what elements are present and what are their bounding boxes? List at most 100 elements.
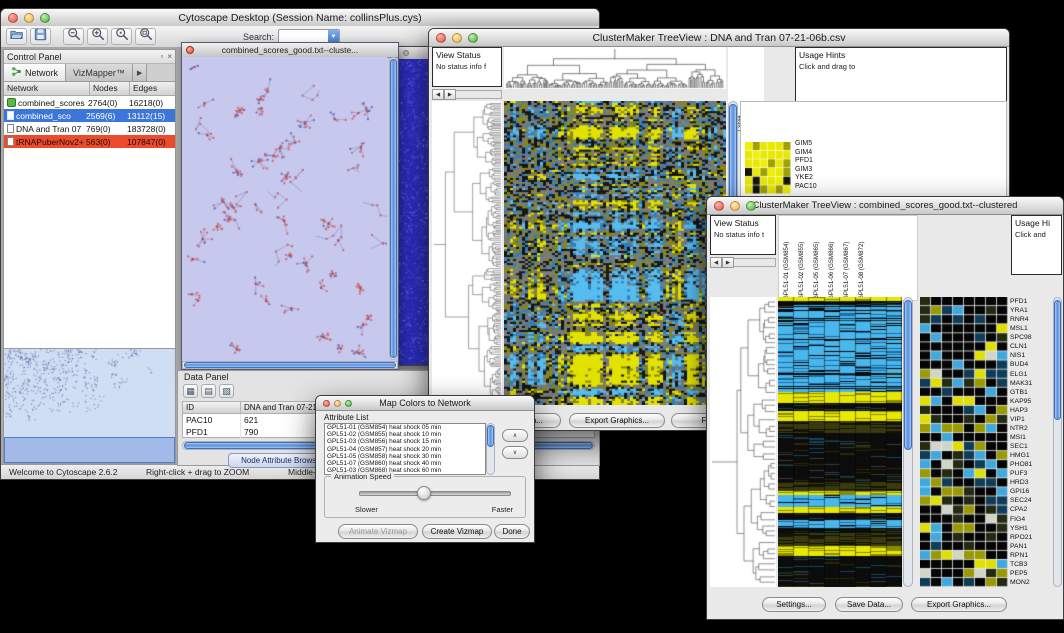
gene-label[interactable]: GIM5 (795, 140, 817, 149)
column-header-id[interactable]: ID (183, 402, 241, 414)
correlation-matrix-canvas[interactable] (745, 142, 791, 194)
done-button[interactable]: Done (494, 524, 530, 539)
gene-label[interactable]: YKE2 (795, 174, 817, 183)
gene-label[interactable]: SPC98 (1010, 333, 1052, 342)
close-button[interactable] (323, 400, 330, 407)
zoom-button[interactable] (746, 201, 756, 211)
gene-label[interactable]: PAC10 (795, 183, 817, 192)
row-dendrogram-canvas[interactable] (432, 101, 502, 405)
column-dendrogram-canvas[interactable] (504, 47, 726, 89)
speed-slider-track[interactable] (359, 491, 511, 496)
gene-label[interactable]: MON2 (1010, 578, 1052, 587)
column-header-network[interactable]: Network (4, 82, 90, 95)
gene-label[interactable]: SEC24 (1010, 496, 1052, 505)
gene-label[interactable]: MSL1 (1010, 324, 1052, 333)
gene-label[interactable]: HAP3 (1010, 406, 1052, 415)
scrollbar-thumb[interactable] (1054, 300, 1061, 420)
gene-label[interactable]: NIS1 (1010, 351, 1052, 360)
zoom-actual-button[interactable] (111, 28, 132, 45)
zoom-button[interactable] (40, 13, 50, 23)
frame-close-icon[interactable] (186, 46, 194, 54)
gene-label[interactable]: PAN1 (1010, 542, 1052, 551)
gene-label[interactable]: YRA1 (1010, 306, 1052, 315)
create-attribute-icon[interactable]: ▤ (201, 384, 216, 398)
move-down-button[interactable]: ∨ (502, 446, 528, 459)
birdseye-viewport-rect[interactable] (4, 437, 175, 463)
network-row[interactable]: DNA and Tran 07769(0)183728(0) (4, 122, 175, 135)
scrollbar-thumb[interactable] (487, 425, 494, 447)
close-button[interactable] (8, 13, 18, 23)
save-data-button[interactable]: Save Data... (835, 597, 903, 612)
scrollbar-thumb[interactable] (184, 362, 396, 368)
zoom-fit-button[interactable] (135, 28, 156, 45)
close-button[interactable] (714, 201, 724, 211)
list-item[interactable]: GPL51-03 (GSM856) heat shock 15 min (327, 438, 485, 445)
zoom-in-button[interactable] (87, 28, 108, 45)
nav-next-icon[interactable]: ▶ (722, 257, 734, 268)
column-label[interactable]: GPL51-06 (GSM866) (828, 216, 835, 300)
minimize-button[interactable] (334, 400, 341, 407)
float-panel-icon[interactable]: ▫ (160, 52, 163, 61)
network-vertical-scrollbar[interactable] (389, 57, 398, 360)
zoom-button[interactable] (345, 400, 352, 407)
gene-label[interactable]: BUD4 (1010, 360, 1052, 369)
gene-label[interactable]: RNR4 (1010, 315, 1052, 324)
gene-label[interactable]: MSI1 (1010, 433, 1052, 442)
list-item[interactable]: GPL51-01 (GSM854) heat shock 05 min (327, 424, 485, 431)
network-row[interactable]: combined_scores2764(0)16218(0) (4, 96, 175, 109)
delete-attribute-icon[interactable]: ▧ (219, 384, 234, 398)
minimize-button[interactable] (24, 13, 34, 23)
gene-label[interactable]: FIG4 (1010, 515, 1052, 524)
column-label[interactable]: GPL51-01 (GSM854) (783, 216, 790, 300)
gene-label[interactable]: GPI16 (1010, 487, 1052, 496)
create-vizmap-button[interactable]: Create Vizmap (422, 524, 492, 539)
select-attributes-icon[interactable]: ▦ (183, 384, 198, 398)
gene-label[interactable]: SEC1 (1010, 442, 1052, 451)
gene-label[interactable]: PEP5 (1010, 569, 1052, 578)
nav-prev-icon[interactable]: ◀ (710, 257, 722, 268)
dialog-titlebar[interactable]: Map Colors to Network (316, 396, 534, 411)
gene-label[interactable]: NTR2 (1010, 424, 1052, 433)
gene-label[interactable]: ELG1 (1010, 370, 1052, 379)
treeview-combined-titlebar[interactable]: ClusterMaker TreeView : combined_scores_… (707, 197, 1063, 215)
animate-vizmap-button[interactable]: Animate Vizmap (338, 524, 418, 539)
gene-label[interactable]: PHO81 (1010, 460, 1052, 469)
gene-label[interactable]: HMG1 (1010, 451, 1052, 460)
save-session-button[interactable] (30, 28, 51, 45)
nav-track[interactable] (734, 258, 776, 267)
gene-list-scrollbar[interactable] (1053, 297, 1062, 587)
main-window-titlebar[interactable]: Cytoscape Desktop (Session Name: collins… (1, 9, 599, 27)
tab-overflow-icon[interactable]: ▶ (133, 64, 147, 81)
column-label[interactable]: GPL51-02 (GSM855) (798, 216, 805, 300)
gene-label[interactable]: CPA2 (1010, 505, 1052, 514)
network-horizontal-scrollbar[interactable] (182, 361, 398, 369)
gene-label[interactable]: PFD1 (795, 157, 817, 166)
settings-button[interactable]: Settings... (762, 597, 826, 612)
detail-heatmap-canvas[interactable] (920, 297, 1008, 587)
network-row[interactable]: tRNAPuberNov2+563(0)107847(0) (4, 135, 175, 148)
column-header-nodes[interactable]: Nodes (90, 82, 130, 95)
gene-label[interactable]: HRD3 (1010, 478, 1052, 487)
scrollbar-thumb[interactable] (904, 300, 912, 450)
list-item[interactable]: GPL51-02 (GSM855) heat shock 10 min (327, 431, 485, 438)
close-panel-icon[interactable]: × (167, 52, 172, 61)
tab-network[interactable]: Network (4, 64, 66, 81)
column-label[interactable]: GPL51-07 (GSM867) (843, 216, 850, 300)
attribute-list[interactable]: GPL51-01 (GSM854) heat shock 05 minGPL51… (324, 423, 486, 475)
gene-label[interactable]: MAK31 (1010, 379, 1052, 388)
nav-prev-icon[interactable]: ◀ (432, 89, 444, 100)
gene-label[interactable]: KAP95 (1010, 397, 1052, 406)
close-button[interactable] (436, 33, 446, 43)
heatmap-canvas[interactable] (504, 101, 726, 405)
gene-label[interactable]: RPO21 (1010, 533, 1052, 542)
gene-label[interactable]: PFD1 (1010, 297, 1052, 306)
birdseye-view[interactable] (4, 349, 175, 463)
network-canvas[interactable] (182, 57, 387, 360)
speed-slider-thumb[interactable] (417, 486, 431, 500)
gene-label[interactable]: CLN1 (1010, 342, 1052, 351)
attribute-list-scrollbar[interactable] (486, 423, 495, 475)
network-row[interactable]: combined_sco2569(6)13112(15) (4, 109, 175, 122)
gene-label[interactable]: TCB3 (1010, 560, 1052, 569)
frame-close-icon[interactable] (403, 50, 409, 56)
tab-vizmapper[interactable]: VizMapper™ (66, 64, 133, 81)
